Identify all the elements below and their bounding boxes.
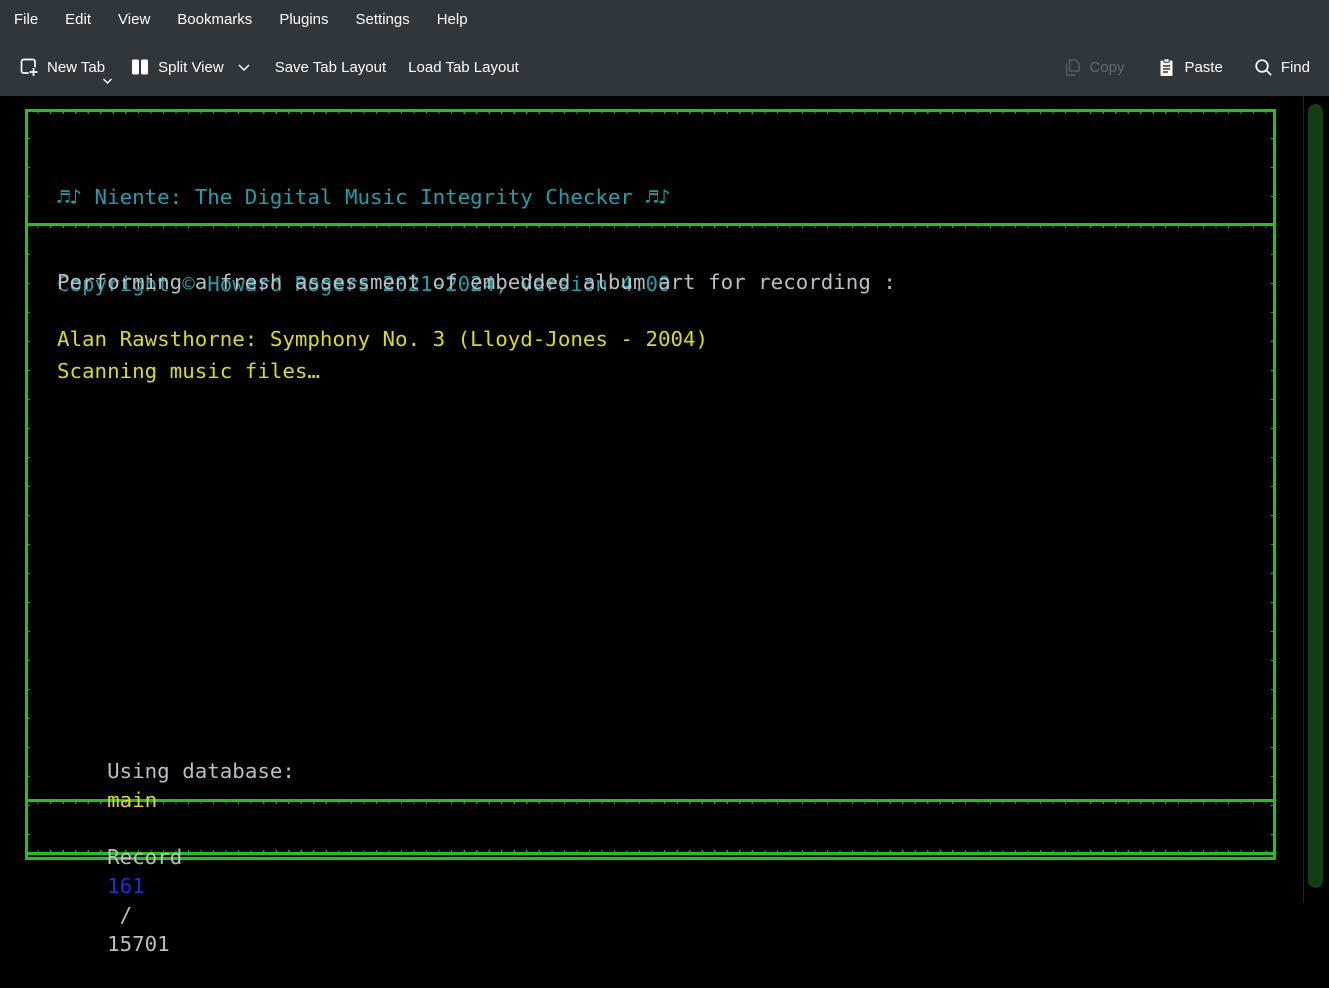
record-total: 15701 xyxy=(107,932,170,956)
frame-top-border xyxy=(25,109,1276,112)
chevron-down-icon[interactable] xyxy=(237,62,251,73)
chevron-down-icon[interactable] xyxy=(102,77,113,86)
scrollbar-thumb[interactable] xyxy=(1308,104,1323,888)
save-tab-layout-label: Save Tab Layout xyxy=(275,59,386,76)
paste-label: Paste xyxy=(1184,59,1222,76)
split-view-label: Split View xyxy=(158,59,224,76)
record-current: 161 xyxy=(107,874,145,898)
search-icon xyxy=(1253,57,1274,78)
menu-bookmarks[interactable]: Bookmarks xyxy=(177,11,252,28)
record-label: Record xyxy=(107,845,195,869)
terminal-screen[interactable]: ♬♪ Niente: The Digital Music Integrity C… xyxy=(0,96,1329,903)
menu-edit[interactable]: Edit xyxy=(65,11,91,28)
frame-right-border xyxy=(1273,109,1276,859)
paste-button[interactable]: Paste xyxy=(1156,57,1222,78)
main-toolbar: New Tab Split View Save Ta xyxy=(0,38,1329,96)
split-view-icon xyxy=(129,56,151,78)
menu-file[interactable]: File xyxy=(14,11,38,28)
scan-status: Scanning music files… xyxy=(57,357,671,386)
copy-button[interactable]: Copy xyxy=(1061,57,1124,78)
load-tab-layout-label: Load Tab Layout xyxy=(408,59,519,76)
frame-bottom-border xyxy=(25,857,1276,860)
new-tab-button[interactable]: New Tab xyxy=(18,56,105,78)
menu-settings[interactable]: Settings xyxy=(356,11,410,28)
find-button[interactable]: Find xyxy=(1253,57,1310,78)
app-title: ♬♪ Niente: The Digital Music Integrity C… xyxy=(57,183,671,212)
recording-title: Alan Rawsthorne: Symphony No. 3 (Lloyd-J… xyxy=(57,325,708,354)
menu-view[interactable]: View xyxy=(118,11,150,28)
copy-icon xyxy=(1061,57,1082,78)
save-tab-layout-button[interactable]: Save Tab Layout xyxy=(275,59,386,76)
new-tab-label: New Tab xyxy=(47,59,105,76)
record-bar: Record 161 / 15701 xyxy=(57,814,195,988)
database-name: main xyxy=(107,788,157,812)
load-tab-layout-button[interactable]: Load Tab Layout xyxy=(408,59,519,76)
window-chrome: File Edit View Bookmarks Plugins Setting… xyxy=(0,0,1329,96)
record-separator: / xyxy=(107,903,145,927)
database-label: Using database: xyxy=(107,759,307,783)
find-label: Find xyxy=(1281,59,1310,76)
assessment-line: Performing a fresh assessment of embedde… xyxy=(57,268,896,297)
record-bar-bottom-border xyxy=(25,852,1276,855)
menu-plugins[interactable]: Plugins xyxy=(279,11,328,28)
tab-new-icon xyxy=(18,56,40,78)
paste-icon xyxy=(1156,57,1177,78)
copy-label: Copy xyxy=(1089,59,1124,76)
menu-help[interactable]: Help xyxy=(437,11,468,28)
menu-bar: File Edit View Bookmarks Plugins Setting… xyxy=(0,0,1329,38)
frame-left-border xyxy=(25,109,28,859)
terminal-scrollbar[interactable] xyxy=(1303,96,1329,903)
split-view-button[interactable]: Split View xyxy=(129,56,251,78)
